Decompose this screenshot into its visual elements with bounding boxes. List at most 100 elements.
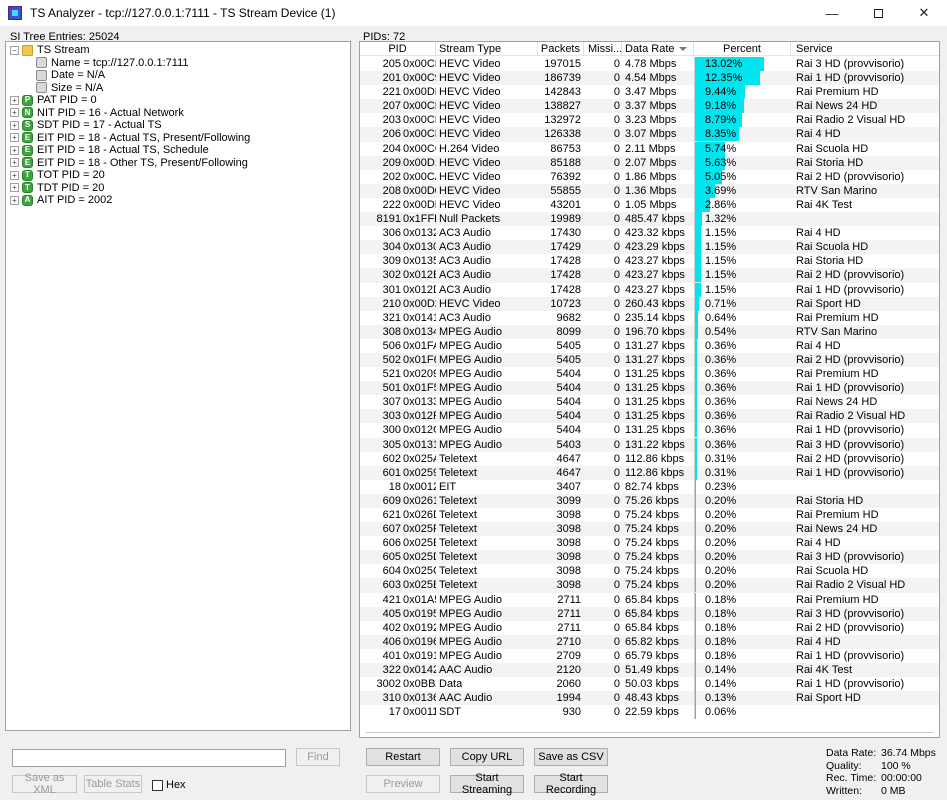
tree-node[interactable]: + A AIT PID = 2002 bbox=[10, 194, 350, 207]
table-row[interactable]: 30020x0BBAData 2060 0 50.03 kbps 0.14% Rai 1 … bbox=[360, 677, 939, 692]
table-row[interactable]: 308 0x0134 MPEG Audio 8099 0 196.70 kbps 0.54%… bbox=[360, 324, 939, 339]
expand-icon[interactable]: + bbox=[10, 195, 19, 205]
table-stats-button[interactable]: Table Stats bbox=[84, 775, 142, 793]
expand-icon[interactable]: + bbox=[10, 120, 19, 130]
column-packets[interactable]: Packets bbox=[538, 42, 584, 56]
stream-type-cell: AC3 Audio bbox=[439, 283, 491, 296]
minimize-icon[interactable]: — bbox=[809, 0, 855, 26]
pid-cell: 208 bbox=[382, 184, 401, 197]
table-row[interactable]: 6030x025BTeletext 3098 0 75.24 kbps 0.20% Rai… bbox=[360, 578, 939, 593]
tree-node[interactable]: Size = N/A bbox=[10, 82, 350, 95]
percent-text: 0.18% bbox=[705, 635, 737, 648]
table-row[interactable]: 3020x012EAC3 Audio 17428 0 423.27 kbps 1.15%… bbox=[360, 268, 939, 283]
horizontal-scrollbar[interactable] bbox=[360, 729, 939, 737]
table-row[interactable]: 310 0x0136 AAC Audio 1994 0 48.43 kbps 0.13% Ra… bbox=[360, 691, 939, 706]
hex-checkbox-container[interactable]: Hex bbox=[152, 779, 186, 791]
table-row[interactable]: 6060x025ETeletext 3098 0 75.24 kbps 0.20% Rai… bbox=[360, 536, 939, 551]
table-row[interactable]: 402 0x0192 MPEG Audio 2711 0 65.84 kbps 0.18% R… bbox=[360, 620, 939, 635]
column-data-rate[interactable]: Data Rate bbox=[622, 42, 694, 56]
tree-node[interactable]: Name = tcp://127.0.0.1:7111 bbox=[10, 57, 350, 70]
table-row[interactable]: 401 0x0191 MPEG Audio 2709 0 65.79 kbps 0.18% R… bbox=[360, 648, 939, 664]
table-row[interactable]: 6210x026DTeletext 3098 0 75.24 kbps 0.20% Rai… bbox=[360, 508, 939, 523]
table-row[interactable]: 3010x012DAC3 Audio 17428 0 423.27 kbps 1.15%… bbox=[360, 282, 939, 297]
pid-hex-cell: 0x0133 bbox=[403, 396, 436, 409]
tree-node[interactable]: + E EIT PID = 18 - Actual TS, Present/Foll… bbox=[10, 132, 350, 145]
table-row[interactable]: 2020x00CAHEVC Video 76392 0 1.86 Mbps 5.05% R… bbox=[360, 169, 939, 184]
table-row[interactable]: 2040x00CCH.264 Video 86753 0 2.11 Mbps 5.74%… bbox=[360, 141, 939, 156]
pid-table[interactable]: PID Stream Type Packets Missi... Data Ra… bbox=[359, 41, 940, 738]
find-button[interactable]: Find bbox=[296, 748, 340, 766]
copy-url-button[interactable]: Copy URL bbox=[450, 748, 524, 766]
table-row[interactable]: 2080x00D0HEVC Video 55855 0 1.36 Mbps 3.69% R… bbox=[360, 183, 939, 198]
column-service[interactable]: Service bbox=[791, 42, 939, 56]
table-row[interactable]: 406 0x0196 MPEG Audio 2710 0 65.82 kbps 0.18% R… bbox=[360, 634, 939, 649]
table-row[interactable]: 5010x01F5MPEG Audio 5404 0 131.25 kbps 0.36%… bbox=[360, 381, 939, 396]
expand-icon[interactable]: + bbox=[10, 145, 19, 155]
table-row[interactable]: 322 0x0142 AAC Audio 2120 0 51.49 kbps 0.14% Ra… bbox=[360, 663, 939, 678]
table-row[interactable]: 2030x00CBHEVC Video 132972 0 3.23 Mbps 8.79%… bbox=[360, 113, 939, 128]
table-row[interactable]: 2100x00D2HEVC Video 10723 0 260.43 kbps 0.71… bbox=[360, 296, 939, 311]
tree-node[interactable]: Date = N/A bbox=[10, 69, 350, 82]
save-as-xml-button[interactable]: Save as XML bbox=[12, 772, 77, 796]
table-row[interactable]: 321 0x0141 AC3 Audio 9682 0 235.14 kbps 0.64% R… bbox=[360, 310, 939, 325]
table-row[interactable]: 4210x01A5MPEG Audio 2711 0 65.84 kbps 0.18% R… bbox=[360, 592, 939, 607]
table-row[interactable]: 2010x00C9HEVC Video 186739 0 4.54 Mbps 12.35… bbox=[360, 71, 939, 86]
expand-icon[interactable]: + bbox=[10, 170, 19, 180]
expand-icon[interactable]: + bbox=[10, 108, 19, 118]
table-row[interactable]: 2090x00D1HEVC Video 85188 0 2.07 Mbps 5.63% R… bbox=[360, 155, 939, 170]
preview-button[interactable]: Preview bbox=[366, 775, 440, 793]
table-row[interactable]: 5060x01FAMPEG Audio 5405 0 131.27 kbps 0.36%… bbox=[360, 338, 939, 353]
table-row[interactable]: 5020x01F6MPEG Audio 5405 0 131.27 kbps 0.36%… bbox=[360, 352, 939, 368]
tree-node[interactable]: + T TOT PID = 20 bbox=[10, 169, 350, 182]
table-row[interactable]: 6070x025FTeletext 3098 0 75.24 kbps 0.20% Rai… bbox=[360, 522, 939, 537]
restart-button[interactable]: Restart bbox=[366, 748, 440, 766]
tree-node[interactable]: + P PAT PID = 0 bbox=[10, 94, 350, 107]
scrollbar-thumb[interactable] bbox=[366, 732, 933, 733]
table-row[interactable]: 6050x025DTeletext 3098 0 75.24 kbps 0.20% Rai… bbox=[360, 550, 939, 565]
column-stream-type[interactable]: Stream Type bbox=[436, 42, 538, 56]
table-row[interactable]: 2060x00CEHEVC Video 126338 0 3.07 Mbps 8.35%… bbox=[360, 127, 939, 142]
table-row[interactable]: 2220x00DEHEVC Video 43201 0 1.05 Mbps 2.86% R… bbox=[360, 197, 939, 213]
tree-node[interactable]: + N NIT PID = 16 - Actual Network bbox=[10, 107, 350, 120]
table-row[interactable]: 18 0x0012 EIT 3407 0 82.74 kbps 0.23% bbox=[360, 479, 939, 494]
column-missing[interactable]: Missi... bbox=[584, 42, 622, 56]
expand-icon[interactable]: + bbox=[10, 158, 19, 168]
table-row[interactable]: 3030x012FMPEG Audio 5404 0 131.25 kbps 0.36%… bbox=[360, 409, 939, 424]
tree-node[interactable]: + E EIT PID = 18 - Actual TS, Schedule bbox=[10, 144, 350, 157]
start-recording-button[interactable]: Start Recording bbox=[534, 772, 608, 796]
expand-icon[interactable]: + bbox=[10, 95, 19, 105]
table-row[interactable]: 304 0x0130 AC3 Audio 17429 0 423.29 kbps 1.15%… bbox=[360, 240, 939, 255]
tree-node[interactable]: − TS Stream bbox=[10, 44, 350, 57]
table-row[interactable]: 305 0x0131 MPEG Audio 5403 0 131.22 kbps 0.36%… bbox=[360, 437, 939, 452]
table-row[interactable]: 81910x1FFFNull Packets 19989 0 485.47 kbps 1… bbox=[360, 212, 939, 227]
table-row[interactable]: 306 0x0132 AC3 Audio 17430 0 423.32 kbps 1.15%… bbox=[360, 226, 939, 241]
table-row[interactable]: 6040x025CTeletext 3098 0 75.24 kbps 0.20% Rai… bbox=[360, 564, 939, 579]
table-row[interactable]: 307 0x0133 MPEG Audio 5404 0 131.25 kbps 0.36%… bbox=[360, 395, 939, 410]
tree-node[interactable]: + S SDT PID = 17 - Actual TS bbox=[10, 119, 350, 132]
tree-node[interactable]: + E EIT PID = 18 - Other TS, Present/Follo… bbox=[10, 157, 350, 170]
save-as-csv-button[interactable]: Save as CSV bbox=[534, 748, 608, 766]
expand-icon[interactable]: + bbox=[10, 133, 19, 143]
table-row[interactable]: 3000x012CMPEG Audio 5404 0 131.25 kbps 0.36%… bbox=[360, 423, 939, 438]
table-row[interactable]: 601 0x0259 Teletext 4647 0 112.86 kbps 0.31% Ra… bbox=[360, 465, 939, 480]
column-percent[interactable]: Percent bbox=[694, 42, 791, 56]
hex-checkbox[interactable] bbox=[152, 779, 163, 791]
table-row[interactable]: 2050x00CDHEVC Video 197015 0 4.78 Mbps 13.02… bbox=[360, 57, 939, 72]
table-row[interactable]: 521 0x0209 MPEG Audio 5404 0 131.25 kbps 0.36%… bbox=[360, 367, 939, 382]
table-row[interactable]: 6020x025ATeletext 4647 0 112.86 kbps 0.31% Ra… bbox=[360, 451, 939, 466]
si-tree[interactable]: − TS Stream Name = tcp://127.0.0.1:7111 Dat… bbox=[5, 41, 351, 731]
table-row[interactable]: 609 0x0261 Teletext 3099 0 75.26 kbps 0.20% Rai… bbox=[360, 493, 939, 508]
start-streaming-button[interactable]: Start Streaming bbox=[450, 772, 524, 796]
table-row[interactable]: 405 0x0195 MPEG Audio 2711 0 65.84 kbps 0.18% R… bbox=[360, 606, 939, 621]
maximize-icon[interactable] bbox=[855, 0, 901, 26]
column-pid[interactable]: PID bbox=[360, 42, 436, 56]
expand-icon[interactable]: + bbox=[10, 183, 19, 193]
table-row[interactable]: 2210x00DDHEVC Video 142843 0 3.47 Mbps 9.44%… bbox=[360, 85, 939, 100]
close-icon[interactable]: ✕ bbox=[901, 0, 947, 26]
table-row[interactable]: 309 0x0135 AC3 Audio 17428 0 423.27 kbps 1.15%… bbox=[360, 254, 939, 269]
tree-node[interactable]: + T TDT PID = 20 bbox=[10, 182, 350, 195]
table-row[interactable]: 2070x00CFHEVC Video 138827 0 3.37 Mbps 9.18%… bbox=[360, 99, 939, 114]
find-input[interactable] bbox=[12, 749, 286, 767]
table-row[interactable]: 17 0x0011 SDT 930 0 22.59 kbps 0.06% bbox=[360, 705, 939, 720]
collapse-icon[interactable]: − bbox=[10, 45, 19, 55]
